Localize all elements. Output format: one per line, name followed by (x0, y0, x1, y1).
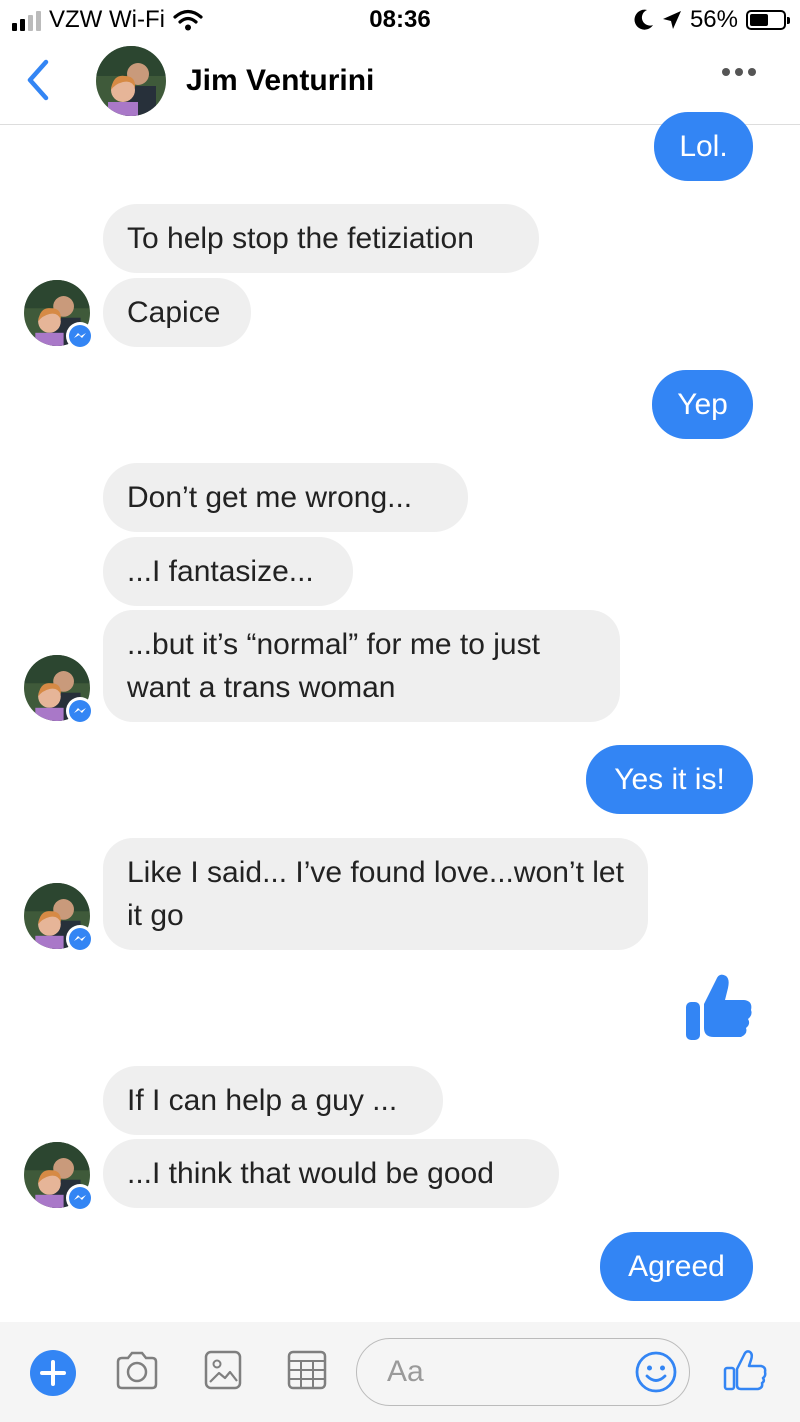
thumbs-up-icon[interactable] (684, 970, 754, 1044)
message-text: Yes it is! (614, 763, 725, 796)
message-bubble-outgoing[interactable]: Agreed (600, 1232, 753, 1301)
message-text: ...I think that would be good (127, 1157, 494, 1190)
moon-icon (634, 9, 653, 30)
composer-bar (0, 1322, 800, 1422)
grid-icon[interactable] (286, 1348, 328, 1392)
avatar[interactable] (96, 46, 166, 116)
message-bubble-outgoing[interactable]: Yes it is! (586, 745, 753, 814)
message-input-container[interactable] (356, 1338, 690, 1406)
messenger-icon (66, 697, 94, 725)
message-bubble-outgoing[interactable]: Yep (652, 370, 753, 439)
message-bubble-outgoing[interactable]: Lol. (654, 112, 753, 181)
battery-icon (746, 10, 790, 30)
message-text: Yep (677, 388, 728, 421)
chevron-left-icon[interactable] (22, 58, 62, 102)
message-text: Agreed (628, 1250, 725, 1283)
plus-icon[interactable] (30, 1350, 76, 1396)
message-bubble-incoming[interactable]: ...I fantasize... (103, 537, 353, 606)
messenger-icon (66, 322, 94, 350)
contact-name[interactable]: Jim Venturini (186, 64, 374, 98)
camera-icon[interactable] (114, 1348, 160, 1394)
avatar[interactable] (24, 883, 94, 953)
thumbs-up-icon[interactable] (722, 1348, 768, 1392)
message-bubble-incoming[interactable]: ...but it’s “normal” for me to just want… (103, 610, 620, 722)
message-text: ...I fantasize... (127, 555, 314, 588)
message-bubble-incoming[interactable]: Like I said... I’ve found love...won’t l… (103, 838, 648, 950)
message-text: Like I said... I’ve found love...won’t l… (127, 856, 624, 932)
message-bubble-incoming[interactable]: Capice (103, 278, 251, 347)
message-bubble-incoming[interactable]: If I can help a guy ... (103, 1066, 443, 1135)
messenger-icon (66, 925, 94, 953)
message-text: Lol. (679, 130, 728, 163)
avatar[interactable] (24, 655, 94, 725)
message-text: ...but it’s “normal” for me to just want… (127, 628, 540, 704)
message-text: To help stop the fetiziation (127, 222, 474, 255)
message-text: Capice (127, 296, 221, 329)
status-right: 56% (634, 6, 790, 34)
message-bubble-incoming[interactable]: To help stop the fetiziation (103, 204, 539, 273)
message-bubble-incoming[interactable]: Don’t get me wrong... (103, 463, 468, 532)
avatar[interactable] (24, 280, 94, 350)
emoji-icon[interactable] (633, 1349, 679, 1395)
location-arrow-icon (662, 11, 681, 29)
message-input[interactable] (385, 1351, 619, 1393)
message-text: Don’t get me wrong... (127, 481, 413, 514)
battery-percent: 56% (689, 6, 738, 33)
image-icon[interactable] (203, 1348, 243, 1392)
more-dots-icon[interactable] (722, 68, 756, 76)
avatar[interactable] (24, 1142, 94, 1212)
message-text: If I can help a guy ... (127, 1084, 398, 1117)
status-bar: VZW Wi-Fi 08:36 56% (0, 0, 800, 40)
message-bubble-incoming[interactable]: ...I think that would be good (103, 1139, 559, 1208)
messenger-icon (66, 1184, 94, 1212)
